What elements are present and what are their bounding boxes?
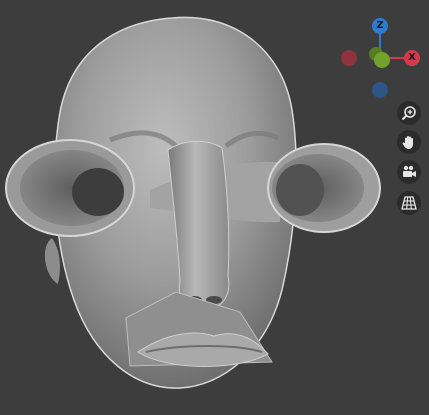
gizmo-x-label[interactable]: X (404, 50, 420, 66)
hand-icon (402, 136, 413, 149)
camera-icon (403, 165, 416, 177)
left-eye-ring (5, 139, 135, 237)
gizmo-neg-z (372, 82, 388, 98)
gizmo-z-label[interactable]: Z (372, 18, 388, 34)
grid-icon (401, 196, 417, 210)
zoom-button[interactable] (397, 101, 421, 125)
zoom-icon (401, 106, 416, 121)
gizmo-y-axis (374, 52, 390, 68)
navigation-gizmo[interactable]: Z X (336, 14, 426, 104)
pan-button[interactable] (397, 130, 421, 154)
gizmo-neg-x (341, 50, 357, 66)
camera-button[interactable] (397, 160, 421, 184)
ear-mesh (44, 238, 60, 284)
perspective-grid-button[interactable] (397, 191, 421, 215)
